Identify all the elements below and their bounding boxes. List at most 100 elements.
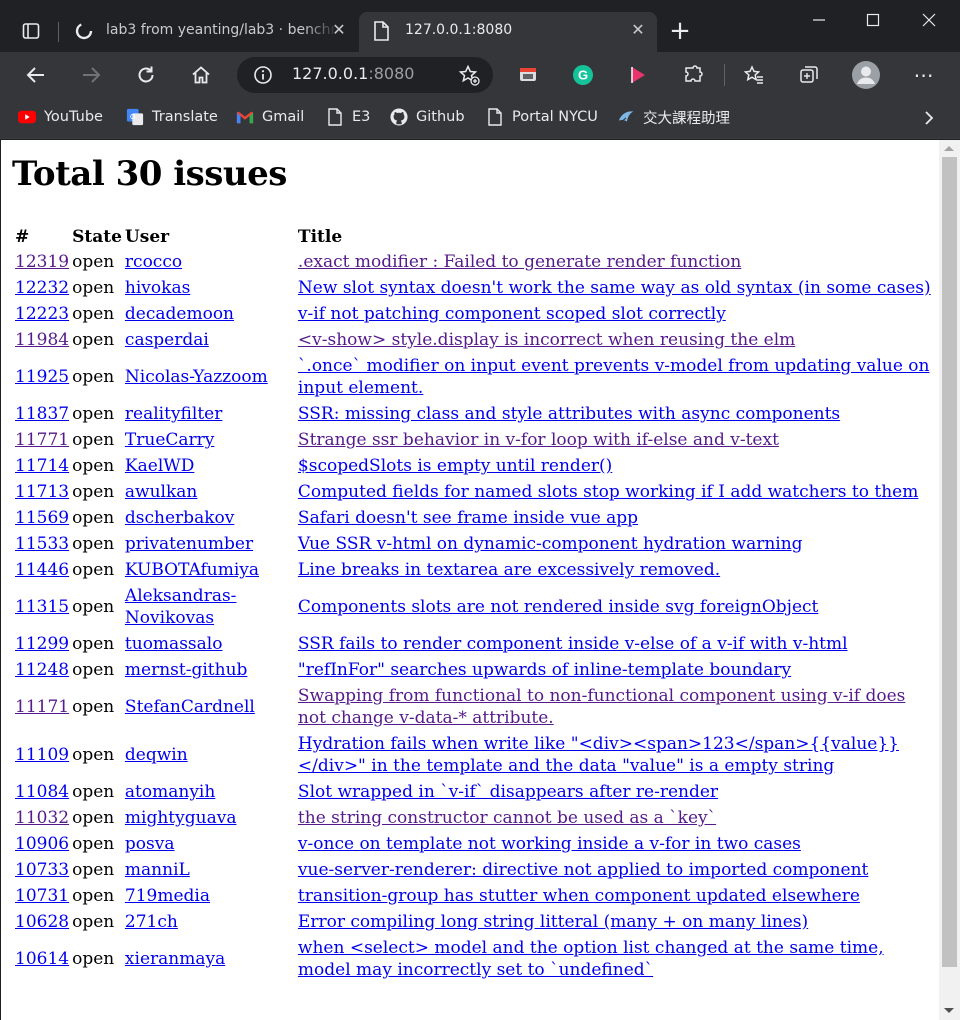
issue-title-link[interactable]: SSR: missing class and style attributes … — [298, 404, 840, 424]
issue-title-link[interactable]: the string constructor cannot be used as… — [298, 808, 716, 828]
issue-title-link[interactable]: "refInFor" searches upwards of inline-te… — [298, 660, 791, 680]
issue-user-link[interactable]: TrueCarry — [125, 430, 214, 450]
collections-icon[interactable] — [792, 58, 826, 92]
issue-user-link[interactable]: KUBOTAfumiya — [125, 560, 259, 580]
issue-user-link[interactable]: 719media — [125, 886, 210, 906]
issue-title-link[interactable]: SSR fails to render component inside v-e… — [298, 634, 848, 654]
close-tab-icon[interactable]: ✕ — [330, 21, 348, 39]
issue-number-link[interactable]: 11084 — [15, 782, 69, 802]
issue-number-link[interactable]: 11771 — [15, 430, 69, 450]
issue-title-link[interactable]: v-if not patching component scoped slot … — [298, 304, 726, 324]
bookmark-course-helper[interactable]: 交大課程助理 — [617, 106, 730, 128]
issue-number-link[interactable]: 11109 — [15, 745, 69, 765]
issue-number-link[interactable]: 12319 — [15, 252, 69, 272]
minimize-icon[interactable] — [804, 6, 834, 34]
issue-title-link[interactable]: v-once on template not working inside a … — [298, 834, 801, 854]
issue-title-link[interactable]: Error compiling long string litteral (ma… — [298, 912, 808, 932]
site-info-icon[interactable] — [246, 58, 280, 92]
tab-lab3[interactable]: lab3 from yeanting/lab3 · benchmark ✕ — [60, 12, 356, 52]
bookmark-e3[interactable]: E3 — [326, 106, 370, 128]
issue-number-link[interactable]: 11171 — [15, 697, 69, 717]
issue-title-link[interactable]: Computed fields for named slots stop wor… — [298, 482, 918, 502]
issue-title-link[interactable]: Components slots are not rendered inside… — [298, 597, 818, 617]
issue-user-link[interactable]: Aleksandras-Novikovas — [125, 586, 237, 628]
issue-user-link[interactable]: deqwin — [125, 745, 188, 765]
more-menu-icon[interactable]: ⋯ — [907, 58, 941, 92]
issue-title-link[interactable]: New slot syntax doesn't work the same wa… — [298, 278, 931, 298]
issue-user-link[interactable]: tuomassalo — [125, 634, 223, 654]
issue-user-link[interactable]: rcocco — [125, 252, 182, 272]
issue-number-link[interactable]: 11315 — [15, 597, 69, 617]
bookmark-gmail[interactable]: Gmail — [236, 106, 304, 128]
grammarly-icon[interactable]: G — [566, 58, 600, 92]
issue-user-link[interactable]: posva — [125, 834, 175, 854]
add-favorite-icon[interactable] — [452, 58, 486, 92]
issue-number-link[interactable]: 12223 — [15, 304, 69, 324]
new-tab-icon[interactable]: + — [663, 14, 697, 48]
issue-user-link[interactable]: awulkan — [125, 482, 197, 502]
issue-user-link[interactable]: mernst-github — [125, 660, 248, 680]
issue-title-link[interactable]: Strange ssr behavior in v-for loop with … — [298, 430, 779, 450]
issue-number-link[interactable]: 10731 — [15, 886, 69, 906]
issue-number-link[interactable]: 11446 — [15, 560, 69, 580]
back-icon[interactable] — [19, 58, 53, 92]
issue-title-link[interactable]: .exact modifier : Failed to generate ren… — [298, 252, 741, 272]
forward-icon[interactable] — [74, 58, 108, 92]
tab-actions-icon[interactable] — [14, 14, 48, 48]
issue-number-link[interactable]: 11248 — [15, 660, 69, 680]
issue-user-link[interactable]: realityfilter — [125, 404, 222, 424]
issue-user-link[interactable]: decademoon — [125, 304, 234, 324]
issue-number-link[interactable]: 11032 — [15, 808, 69, 828]
issue-number-link[interactable]: 10733 — [15, 860, 69, 880]
issue-title-link[interactable]: Safari doesn't see frame inside vue app — [298, 508, 638, 528]
scroll-down-arrow-icon[interactable] — [944, 1008, 954, 1013]
maximize-icon[interactable] — [858, 6, 888, 34]
issue-user-link[interactable]: casperdai — [125, 330, 209, 350]
profile-avatar-icon[interactable] — [849, 58, 883, 92]
issue-number-link[interactable]: 11713 — [15, 482, 69, 502]
vertical-scrollbar[interactable] — [939, 140, 960, 1020]
issue-number-link[interactable]: 11837 — [15, 404, 69, 424]
issue-title-link[interactable]: <v-show> style.display is incorrect when… — [298, 330, 795, 350]
address-url[interactable]: 127.0.0.1:8080 — [292, 64, 414, 83]
issue-title-link[interactable]: Hydration fails when write like "<div><s… — [298, 734, 899, 776]
issue-number-link[interactable]: 11714 — [15, 456, 69, 476]
scrollbar-thumb[interactable] — [942, 157, 957, 967]
issue-user-link[interactable]: manniL — [125, 860, 190, 880]
bookmark-translate[interactable]: G Translate — [126, 106, 218, 128]
issue-user-link[interactable]: KaelWD — [125, 456, 194, 476]
issue-title-link[interactable]: vue-server-renderer: directive not appli… — [298, 860, 868, 880]
issue-title-link[interactable]: Vue SSR v-html on dynamic-component hydr… — [298, 534, 803, 554]
issue-number-link[interactable]: 10628 — [15, 912, 69, 932]
issue-number-link[interactable]: 10614 — [15, 949, 69, 969]
issue-title-link[interactable]: transition-group has stutter when compon… — [298, 886, 860, 906]
bookmarks-more-chevron-icon[interactable] — [912, 101, 946, 135]
issue-title-link[interactable]: Line breaks in textarea are excessively … — [298, 560, 720, 580]
issue-user-link[interactable]: dscherbakov — [125, 508, 234, 528]
issue-title-link[interactable]: when <select> model and the option list … — [298, 938, 884, 980]
issue-number-link[interactable]: 11533 — [15, 534, 69, 554]
collection-extension-icon[interactable] — [511, 58, 545, 92]
issue-title-link[interactable]: $scopedSlots is empty until render() — [298, 456, 612, 476]
issue-title-link[interactable]: Swapping from functional to non-function… — [298, 686, 905, 728]
play-extension-icon[interactable] — [621, 58, 655, 92]
bookmark-youtube[interactable]: YouTube — [18, 106, 103, 128]
issue-user-link[interactable]: privatenumber — [125, 534, 253, 554]
issue-user-link[interactable]: StefanCardnell — [125, 697, 255, 717]
issue-number-link[interactable]: 10906 — [15, 834, 69, 854]
issue-user-link[interactable]: atomanyih — [125, 782, 215, 802]
favorites-icon[interactable] — [737, 58, 771, 92]
issue-user-link[interactable]: 271ch — [125, 912, 178, 932]
tab-localhost[interactable]: 127.0.0.1:8080 ✕ — [359, 12, 657, 52]
issue-title-link[interactable]: `.once` modifier on input event prevents… — [298, 356, 930, 398]
extensions-icon[interactable] — [676, 58, 710, 92]
issue-number-link[interactable]: 11984 — [15, 330, 69, 350]
reload-icon[interactable] — [129, 58, 163, 92]
issue-number-link[interactable]: 12232 — [15, 278, 69, 298]
issue-number-link[interactable]: 11569 — [15, 508, 69, 528]
issue-user-link[interactable]: xieranmaya — [125, 949, 225, 969]
home-icon[interactable] — [184, 58, 218, 92]
bookmark-portal-nycu[interactable]: Portal NYCU — [486, 106, 598, 128]
scroll-up-arrow-icon[interactable] — [944, 146, 954, 151]
issue-user-link[interactable]: mightyguava — [125, 808, 237, 828]
